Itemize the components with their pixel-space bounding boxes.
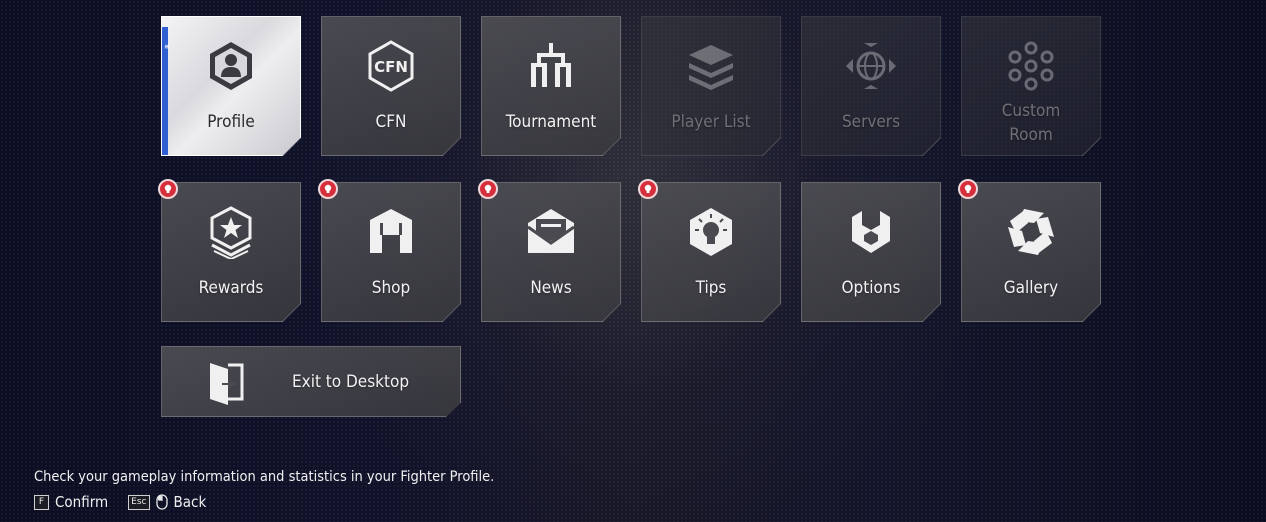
player-list-tile[interactable]: Player List <box>641 16 781 156</box>
options-label: Options <box>841 278 901 298</box>
news-notification-badge <box>478 179 498 199</box>
cfn-logo-icon: CFN <box>364 39 418 93</box>
confirm-label[interactable]: Confirm <box>55 493 108 511</box>
tips-notification-badge <box>638 179 658 199</box>
rewards-tile[interactable]: Rewards <box>161 182 301 322</box>
envelope-icon <box>524 205 578 259</box>
profile-hexagon-icon <box>204 39 258 93</box>
description-hint: Check your gameplay information and stat… <box>34 469 495 485</box>
exit-door-icon <box>206 357 256 407</box>
tips-tile[interactable]: Tips <box>641 182 781 322</box>
cfn-tile[interactable]: CFN CFN <box>321 16 461 156</box>
tournament-label: Tournament <box>505 112 597 132</box>
gallery-tile[interactable]: Gallery <box>961 182 1101 322</box>
shop-tile[interactable]: Shop <box>321 182 461 322</box>
custom-room-label-line2: Room <box>1009 125 1053 145</box>
servers-tile[interactable]: Servers <box>801 16 941 156</box>
rewards-label: Rewards <box>198 278 264 298</box>
back-label[interactable]: Back <box>174 493 207 511</box>
options-tile[interactable]: Options <box>801 182 941 322</box>
confirm-key: F <box>34 494 49 510</box>
svg-text:CFN: CFN <box>374 58 408 76</box>
wrench-icon <box>844 205 898 259</box>
profile-label: Profile <box>207 112 255 132</box>
shop-label: Shop <box>371 278 411 298</box>
selection-dots: ≡ <box>164 42 170 51</box>
news-label: News <box>530 278 572 298</box>
custom-room-tile[interactable]: Custom Room <box>961 16 1101 156</box>
rewards-notification-badge <box>158 179 178 199</box>
news-tile[interactable]: News <box>481 182 621 322</box>
tips-label: Tips <box>695 278 727 298</box>
cfn-label: CFN <box>375 112 407 132</box>
exit-to-desktop-label: Exit to Desktop <box>292 372 410 392</box>
stacked-layers-icon <box>684 39 738 93</box>
lightbulb-icon <box>684 205 738 259</box>
aperture-icon <box>1004 205 1058 259</box>
globe-server-icon <box>844 39 898 93</box>
servers-label: Servers <box>841 112 901 132</box>
shop-notification-badge <box>318 179 338 199</box>
custom-room-label: Custom Room <box>962 99 1100 147</box>
custom-room-label-line1: Custom <box>1001 101 1061 121</box>
shop-icon <box>364 205 418 259</box>
control-hints: F Confirm Esc Back <box>34 493 206 511</box>
gallery-label: Gallery <box>1003 278 1059 298</box>
back-key: Esc <box>128 494 150 510</box>
profile-tile[interactable]: ≡ Profile <box>161 16 301 156</box>
star-medal-icon <box>204 205 258 261</box>
player-list-label: Player List <box>671 112 751 132</box>
gallery-notification-badge <box>958 179 978 199</box>
tournament-bracket-icon <box>524 39 578 93</box>
exit-to-desktop-button[interactable]: Exit to Desktop <box>161 346 461 417</box>
hex-cluster-icon <box>1004 39 1058 93</box>
tournament-tile[interactable]: Tournament <box>481 16 621 156</box>
mouse-icon <box>155 494 168 510</box>
